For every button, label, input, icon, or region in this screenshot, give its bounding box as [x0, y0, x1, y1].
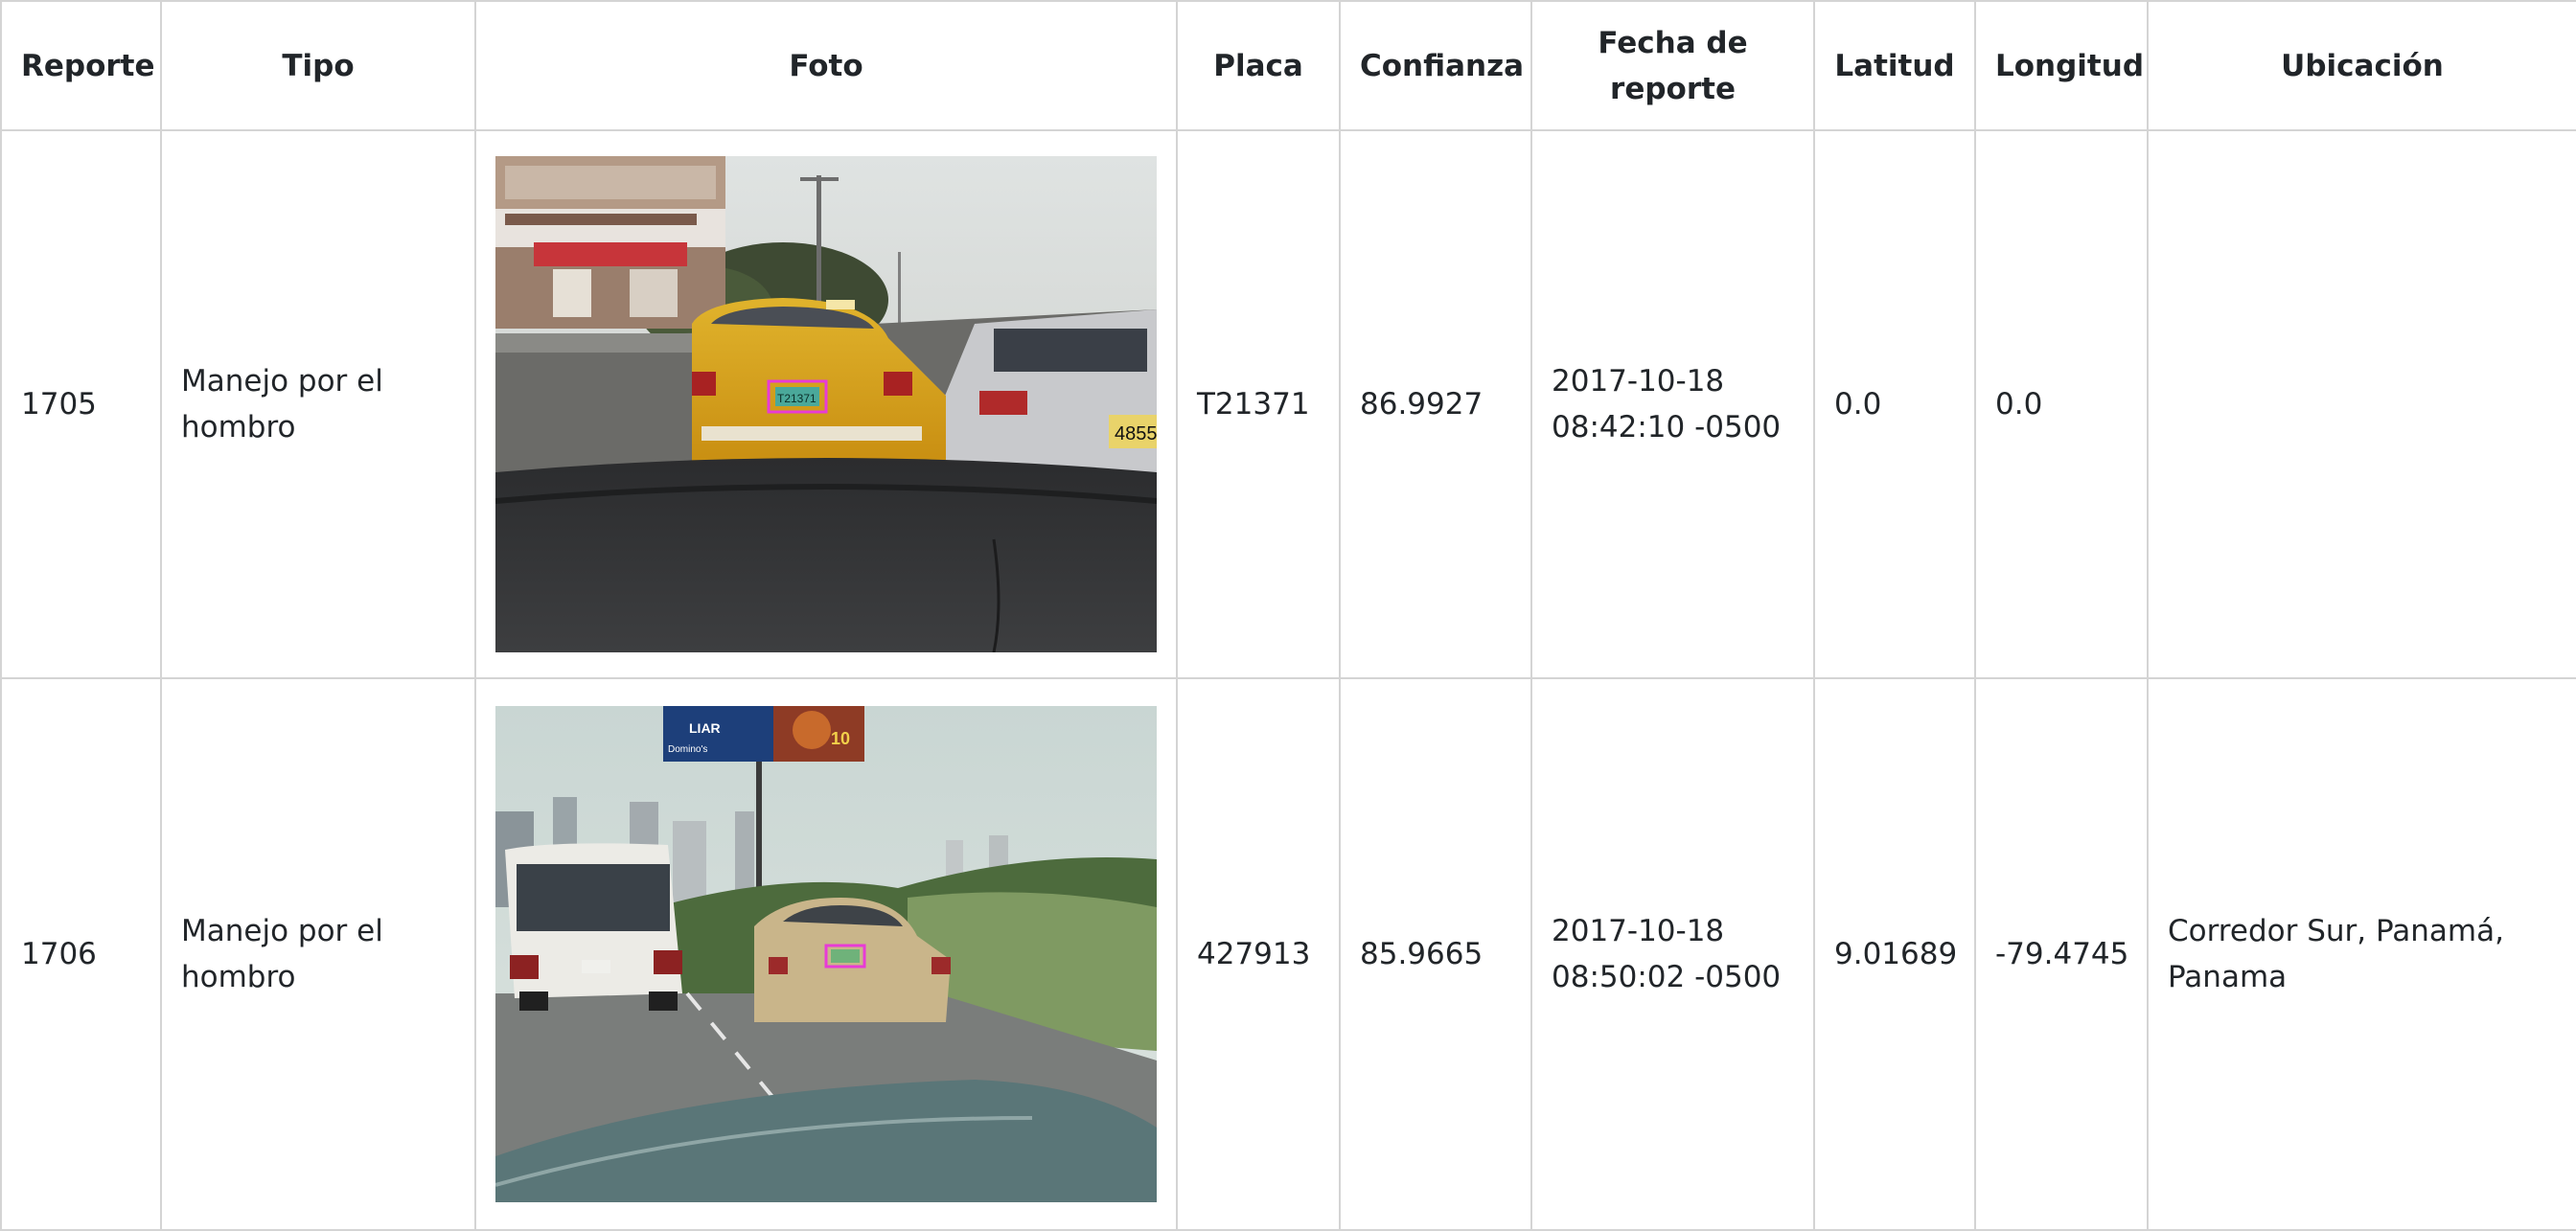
- header-latitud: Latitud: [1813, 0, 1976, 131]
- cell-fecha: 2017-10-18 08:42:10 -0500: [1530, 129, 1815, 679]
- header-placa: Placa: [1176, 0, 1341, 131]
- header-row: Reporte Tipo Foto Placa Confianza Fecha …: [0, 0, 2576, 131]
- cell-latitud: 9.01689: [1813, 677, 1976, 1231]
- photo-taxi-traffic: 4855 T21371: [495, 156, 1157, 652]
- cell-ubicacion: Corredor Sur, Panamá, Panama: [2147, 677, 2576, 1231]
- header-fecha: Fecha de reporte: [1530, 0, 1815, 131]
- report-photo[interactable]: LIAR Domino's 10: [495, 706, 1157, 1202]
- cell-placa: T21371: [1176, 129, 1341, 679]
- plate-text: T21371: [777, 392, 816, 405]
- billboard-brand: Domino's: [668, 744, 707, 755]
- reports-table: Reporte Tipo Foto Placa Confianza Fecha …: [0, 0, 2576, 1231]
- cell-longitud: -79.4745: [1974, 677, 2149, 1231]
- billboard-text: LIAR: [689, 720, 721, 736]
- cell-placa: 427913: [1176, 677, 1341, 1231]
- billboard-price: 10: [831, 729, 850, 748]
- cell-fecha: 2017-10-18 08:50:02 -0500: [1530, 677, 1815, 1231]
- photo-highway-traffic: LIAR Domino's 10: [495, 706, 1157, 1202]
- cell-tipo: Manejo por el hombro: [160, 129, 476, 679]
- cell-confianza: 86.9927: [1339, 129, 1532, 679]
- cell-foto: 4855 T21371: [474, 129, 1178, 679]
- table-row: 1706 Manejo por el hombro LIAR Domino's …: [0, 677, 2576, 1231]
- header-foto: Foto: [474, 0, 1178, 131]
- header-ubicacion: Ubicación: [2147, 0, 2576, 131]
- cell-longitud: 0.0: [1974, 129, 2149, 679]
- header-confianza: Confianza: [1339, 0, 1532, 131]
- table-row: 1705 Manejo por el hombro 4855 T21371 T2…: [0, 129, 2576, 679]
- cell-reporte: 1705: [0, 129, 162, 679]
- cell-tipo: Manejo por el hombro: [160, 677, 476, 1231]
- header-longitud: Longitud: [1974, 0, 2149, 131]
- cell-latitud: 0.0: [1813, 129, 1976, 679]
- cell-ubicacion: [2147, 129, 2576, 679]
- header-reporte: Reporte: [0, 0, 162, 131]
- cell-foto: LIAR Domino's 10: [474, 677, 1178, 1231]
- report-photo[interactable]: 4855 T21371: [495, 156, 1157, 652]
- plate-other-text: 4855: [1115, 423, 1157, 445]
- cell-confianza: 85.9665: [1339, 677, 1532, 1231]
- header-tipo: Tipo: [160, 0, 476, 131]
- cell-reporte: 1706: [0, 677, 162, 1231]
